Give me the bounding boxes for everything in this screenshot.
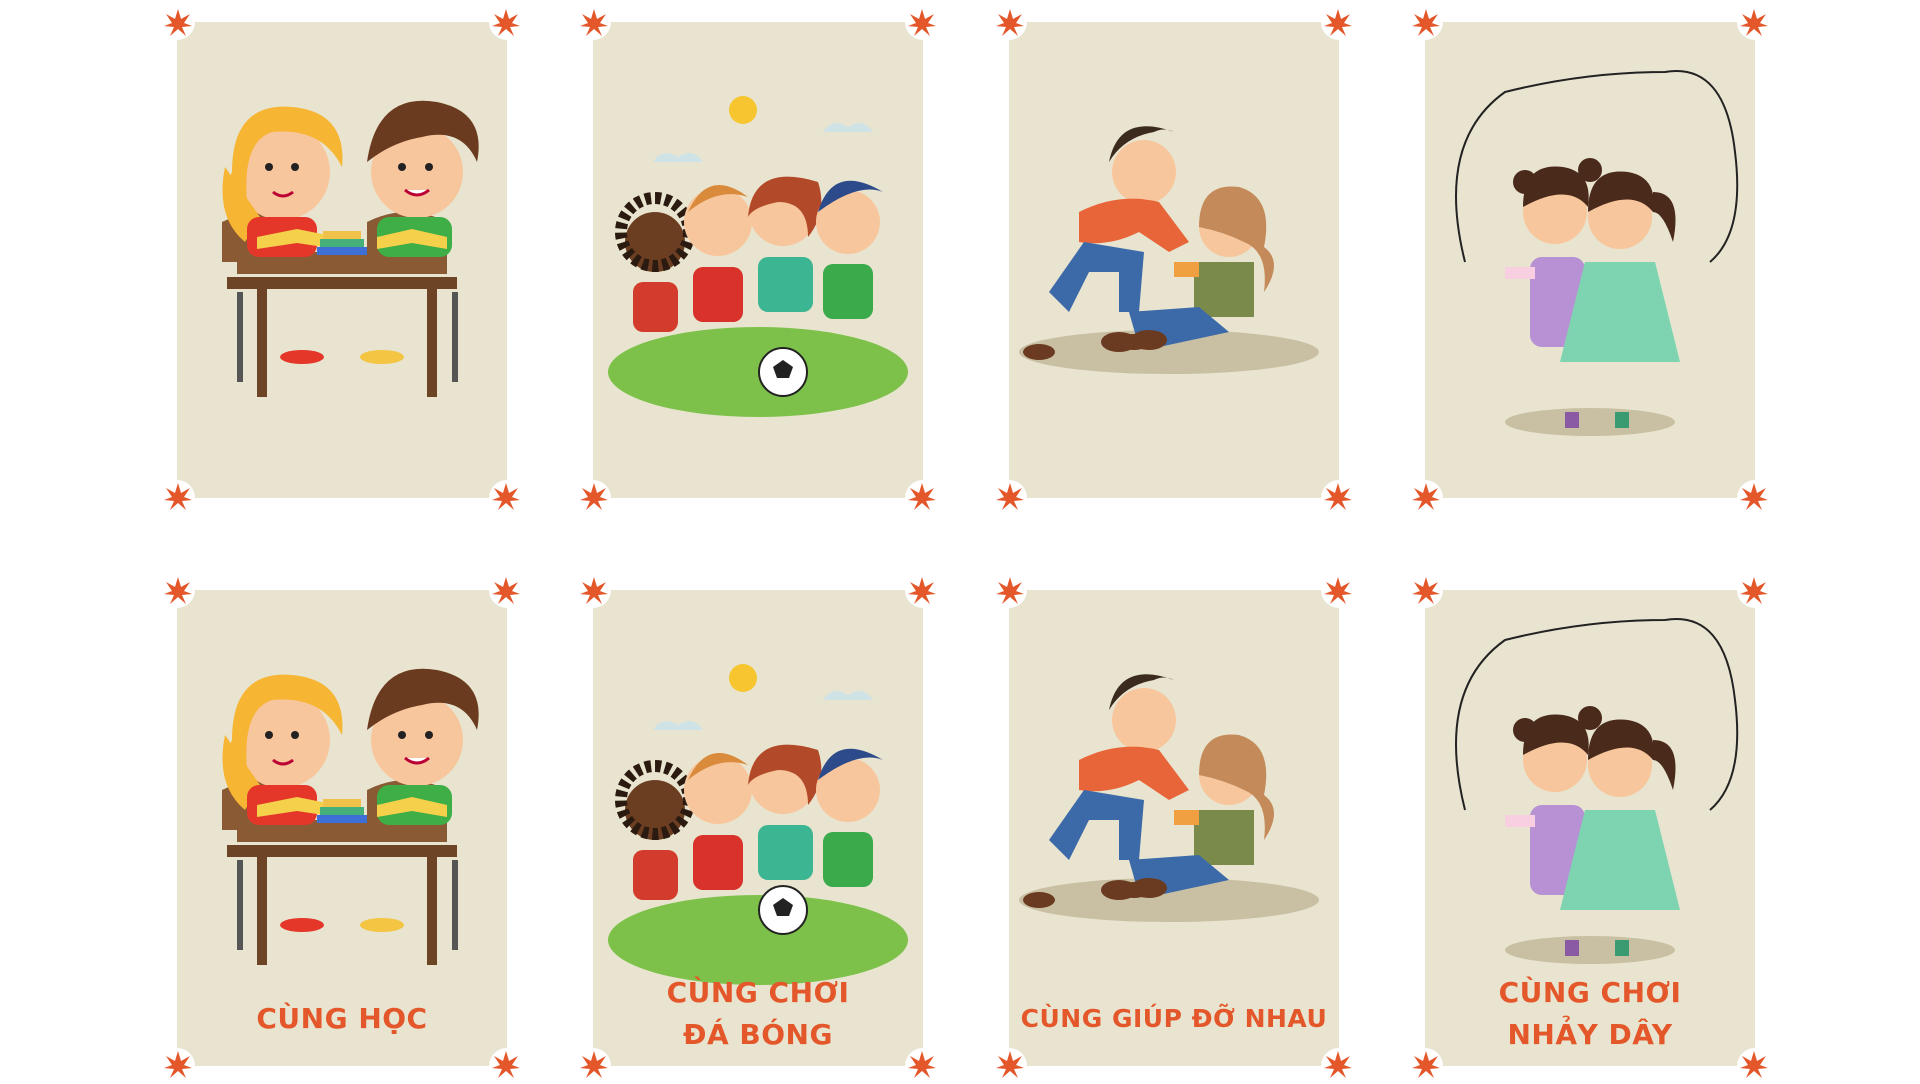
star-burst-icon xyxy=(580,9,608,36)
card-caption: CÙNG HỌC xyxy=(177,998,507,1040)
football-illustration xyxy=(608,664,908,985)
card-caption: CÙNG CHƠI NHẢY DÂY xyxy=(1425,972,1755,1056)
star-burst-icon xyxy=(1324,577,1352,604)
football-illustration xyxy=(608,96,908,417)
card-helping-captioned: CÙNG GIÚP ĐỠ NHAU xyxy=(991,572,1357,1084)
star-burst-icon xyxy=(164,1051,192,1078)
caption-line: ĐÁ BÓNG xyxy=(683,1018,833,1051)
star-burst-icon xyxy=(996,1051,1024,1078)
caption-line: NHẢY DÂY xyxy=(1507,1018,1673,1051)
star-burst-icon xyxy=(1740,1051,1768,1078)
star-burst-icon xyxy=(908,483,936,510)
studying-illustration xyxy=(222,668,479,965)
jump-rope-illustration xyxy=(1455,70,1739,436)
caption-line: CÙNG CHƠI xyxy=(666,976,850,1009)
star-burst-icon xyxy=(164,483,192,510)
star-burst-icon xyxy=(1412,1051,1440,1078)
caption-line: CÙNG HỌC xyxy=(256,1002,428,1035)
star-burst-icon xyxy=(1412,577,1440,604)
star-burst-icon xyxy=(996,9,1024,36)
star-burst-icon xyxy=(1412,9,1440,36)
star-burst-icon xyxy=(996,577,1024,604)
star-burst-icon xyxy=(492,9,520,36)
star-burst-icon xyxy=(908,577,936,604)
star-burst-icon xyxy=(996,483,1024,510)
star-burst-icon xyxy=(1324,1051,1352,1078)
star-burst-icon xyxy=(580,577,608,604)
card-studying xyxy=(159,4,525,516)
caption-line: CÙNG CHƠI xyxy=(1498,976,1682,1009)
card-football xyxy=(575,4,941,516)
card-caption: CÙNG GIÚP ĐỠ NHAU xyxy=(1009,998,1339,1040)
star-burst-icon xyxy=(492,577,520,604)
card-helping xyxy=(991,4,1357,516)
helping-illustration xyxy=(1019,674,1319,922)
star-burst-icon xyxy=(1324,9,1352,36)
card-jumping-rope xyxy=(1407,4,1773,516)
star-burst-icon xyxy=(580,483,608,510)
star-burst-icon xyxy=(1412,483,1440,510)
star-burst-icon xyxy=(908,1051,936,1078)
star-burst-icon xyxy=(1740,577,1768,604)
star-burst-icon xyxy=(1324,483,1352,510)
card-caption: CÙNG CHƠI ĐÁ BÓNG xyxy=(593,972,923,1056)
star-burst-icon xyxy=(908,9,936,36)
star-burst-icon xyxy=(492,1051,520,1078)
card-football-captioned: CÙNG CHƠI ĐÁ BÓNG xyxy=(575,572,941,1084)
star-burst-icon xyxy=(492,483,520,510)
star-burst-icon xyxy=(164,9,192,36)
star-burst-icon xyxy=(1740,9,1768,36)
caption-line: CÙNG GIÚP ĐỠ NHAU xyxy=(1020,1004,1328,1033)
studying-illustration xyxy=(222,100,479,397)
card-jumping-rope-captioned: CÙNG CHƠI NHẢY DÂY xyxy=(1407,572,1773,1084)
star-burst-icon xyxy=(164,577,192,604)
star-burst-icon xyxy=(1740,483,1768,510)
card-studying-captioned: CÙNG HỌC xyxy=(159,572,525,1084)
star-burst-icon xyxy=(580,1051,608,1078)
jump-rope-illustration xyxy=(1455,618,1739,964)
helping-illustration xyxy=(1019,126,1319,374)
